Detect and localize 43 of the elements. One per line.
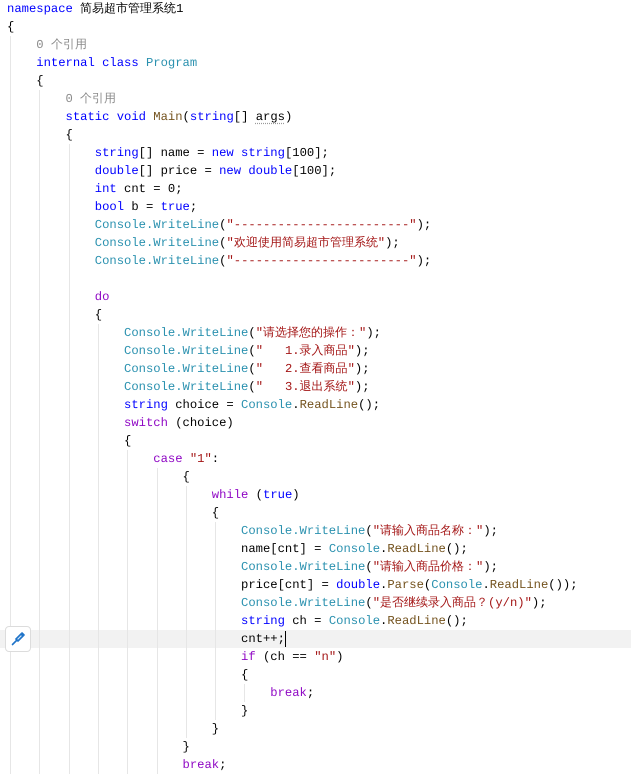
code-line: Console.WriteLine("请输入商品价格："); xyxy=(240,559,498,576)
code-line: while (true) xyxy=(210,487,300,504)
screwdriver-icon xyxy=(10,631,26,647)
code-line: { xyxy=(64,127,73,144)
code-line: int cnt = 0; xyxy=(94,181,183,198)
code-line: Console.WriteLine(" 1.录入商品"); xyxy=(123,343,370,360)
code-line: } xyxy=(240,703,248,720)
code-line: Console.WriteLine(" 3.退出系统"); xyxy=(123,379,370,396)
code-line: { xyxy=(123,433,132,450)
code-line: Console.WriteLine(" 2.查看商品"); xyxy=(123,361,370,378)
code-line: break; xyxy=(269,685,314,702)
code-line: break; xyxy=(182,757,226,774)
code-line: { xyxy=(210,505,220,522)
code-line: { xyxy=(94,307,102,324)
code-line: static void Main(string[] args) xyxy=(64,109,292,126)
code-line: name[cnt] = Console.ReadLine(); xyxy=(240,541,468,558)
code-line: price[cnt] = double.Parse(Console.ReadLine()); xyxy=(240,577,578,594)
quick-actions-button[interactable] xyxy=(5,626,31,652)
code-line: double[] price = new double[100]; xyxy=(94,163,336,180)
code-line: string ch = Console.ReadLine(); xyxy=(240,613,468,630)
code-line: } xyxy=(210,721,220,738)
code-line: switch (choice) xyxy=(123,415,234,432)
code-line: { xyxy=(7,19,14,36)
code-line: } xyxy=(182,739,190,756)
code-line: { xyxy=(240,667,248,684)
code-line: bool b = true; xyxy=(94,199,198,216)
code-line: Console.WriteLine("请选择您的操作："); xyxy=(123,325,381,342)
code-line: internal class Program xyxy=(35,55,198,72)
reference-count-link[interactable]: 0 个引用 xyxy=(7,36,87,54)
code-line: if (ch == "n") xyxy=(240,649,344,666)
code-line: { xyxy=(35,73,44,90)
code-line: case "1": xyxy=(152,451,220,468)
code-line: do xyxy=(94,289,110,306)
reference-count-link[interactable]: 0 个引用 xyxy=(7,90,116,108)
code-line: Console.WriteLine("请输入商品名称："); xyxy=(240,523,498,540)
code-line: { xyxy=(182,469,190,486)
code-line: Console.WriteLine("是否继续录入商品？(y/n)"); xyxy=(240,595,547,612)
code-line: string[] name = new string[100]; xyxy=(94,145,329,162)
code-line: string choice = Console.ReadLine(); xyxy=(123,397,380,414)
code-line: namespace 简易超市管理系统1 xyxy=(7,1,184,18)
code-line: Console.WriteLine("------------------------"); xyxy=(94,217,432,234)
code-line: Console.WriteLine("------------------------"); xyxy=(94,253,432,270)
code-line: Console.WriteLine("欢迎使用简易超市管理系统"); xyxy=(94,235,400,252)
